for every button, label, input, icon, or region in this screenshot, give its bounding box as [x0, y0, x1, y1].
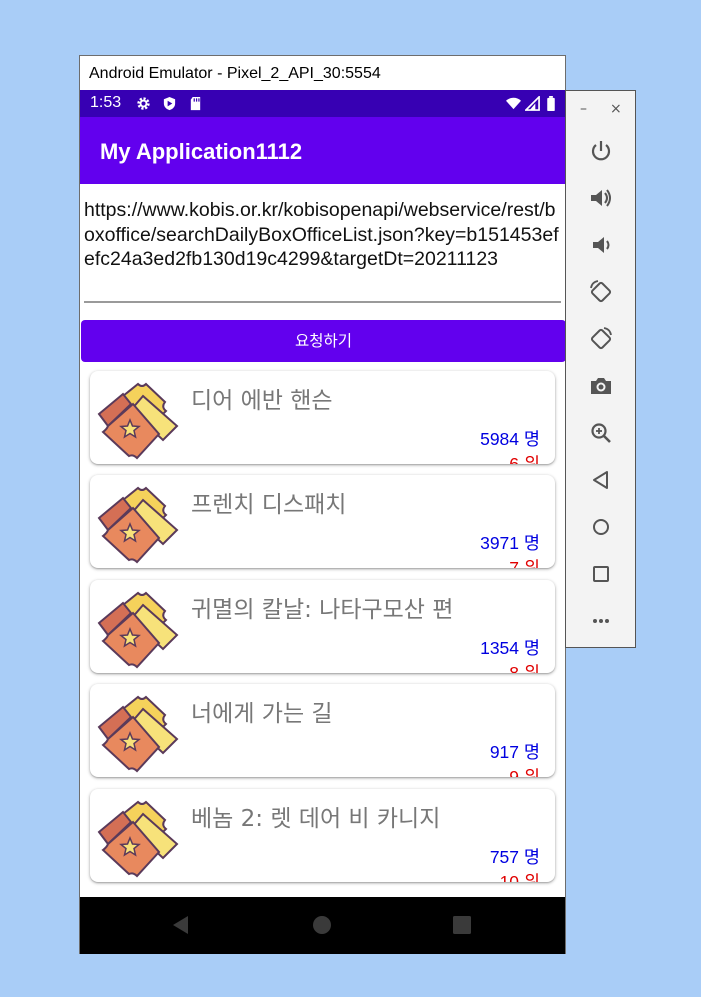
device-screen: 1:53 My Application1112 https://www.kobi… [80, 90, 565, 954]
movie-rank: 6 위 [509, 454, 540, 464]
overview-icon[interactable] [588, 561, 614, 587]
status-bar: 1:53 [80, 90, 565, 117]
emulator-toolbar: – × [565, 90, 636, 648]
back-icon[interactable] [588, 467, 614, 493]
url-input-underline [84, 301, 561, 303]
request-button[interactable]: 요청하기 [81, 320, 565, 362]
wifi-icon [506, 97, 521, 110]
list-item[interactable]: 베놈 2: 렛 데어 비 카니지 757 명 10 위 [90, 789, 555, 882]
movie-rank: 9 위 [509, 767, 540, 777]
app-title: My Application1112 [100, 139, 303, 164]
list-item[interactable]: 프렌치 디스패치 3971 명 7 위 [90, 475, 555, 568]
nav-back-icon[interactable] [168, 912, 194, 938]
home-icon[interactable] [588, 514, 614, 540]
sdcard-icon [190, 96, 201, 111]
power-icon[interactable] [588, 138, 614, 164]
movie-title: 귀멸의 칼날: 나타구모산 편 [191, 597, 454, 623]
movie-title: 디어 에반 핸슨 [191, 388, 333, 414]
movie-title: 너에게 가는 길 [191, 701, 333, 727]
audience-count: 757 명 [489, 847, 540, 867]
audience-count: 917 명 [489, 742, 540, 762]
settings-icon [137, 97, 150, 110]
audience-count: 3971 명 [480, 533, 540, 553]
emulator-window: Android Emulator - Pixel_2_API_30:5554 1… [79, 55, 566, 954]
volume-down-icon[interactable] [588, 232, 614, 258]
list-item[interactable]: 귀멸의 칼날: 나타구모산 편 1354 명 8 위 [90, 580, 555, 673]
movie-rank: 10 위 [499, 872, 540, 882]
rotate-right-icon[interactable] [588, 326, 614, 352]
url-input[interactable]: https://www.kobis.or.kr/kobisopenapi/web… [84, 198, 562, 272]
window-title: Android Emulator - Pixel_2_API_30:5554 [80, 56, 565, 90]
battery-icon [547, 96, 555, 111]
ticket-icon [97, 591, 179, 669]
audience-count: 1354 명 [480, 638, 540, 658]
minimize-button[interactable]: – [580, 101, 587, 117]
camera-icon[interactable] [588, 373, 614, 399]
ticket-icon [97, 695, 179, 773]
rotate-left-icon[interactable] [588, 279, 614, 305]
shield-icon [163, 96, 176, 111]
zoom-icon[interactable] [588, 420, 614, 446]
app-bar: My Application1112 [80, 117, 565, 184]
list-item[interactable]: 디어 에반 핸슨 5984 명 6 위 [90, 371, 555, 464]
list-item[interactable]: 너에게 가는 길 917 명 9 위 [90, 684, 555, 777]
movie-rank: 7 위 [509, 558, 540, 568]
ticket-icon [97, 800, 179, 878]
movie-title: 베놈 2: 렛 데어 비 카니지 [191, 806, 441, 832]
volume-up-icon[interactable] [588, 185, 614, 211]
more-icon[interactable] [588, 608, 614, 634]
nav-home-icon[interactable] [309, 912, 335, 938]
movie-title: 프렌치 디스패치 [191, 492, 347, 518]
movie-list[interactable]: 디어 에반 핸슨 5984 명 6 위 프렌치 디스패치 3971 명 7 위 [80, 362, 565, 897]
movie-rank: 8 위 [509, 663, 540, 673]
ticket-icon [97, 486, 179, 564]
audience-count: 5984 명 [480, 429, 540, 449]
nav-overview-icon[interactable] [449, 912, 475, 938]
signal-icon [525, 96, 540, 111]
navigation-bar [80, 897, 565, 954]
status-time: 1:53 [90, 94, 122, 111]
close-button[interactable]: × [610, 101, 622, 117]
ticket-icon [97, 382, 179, 460]
